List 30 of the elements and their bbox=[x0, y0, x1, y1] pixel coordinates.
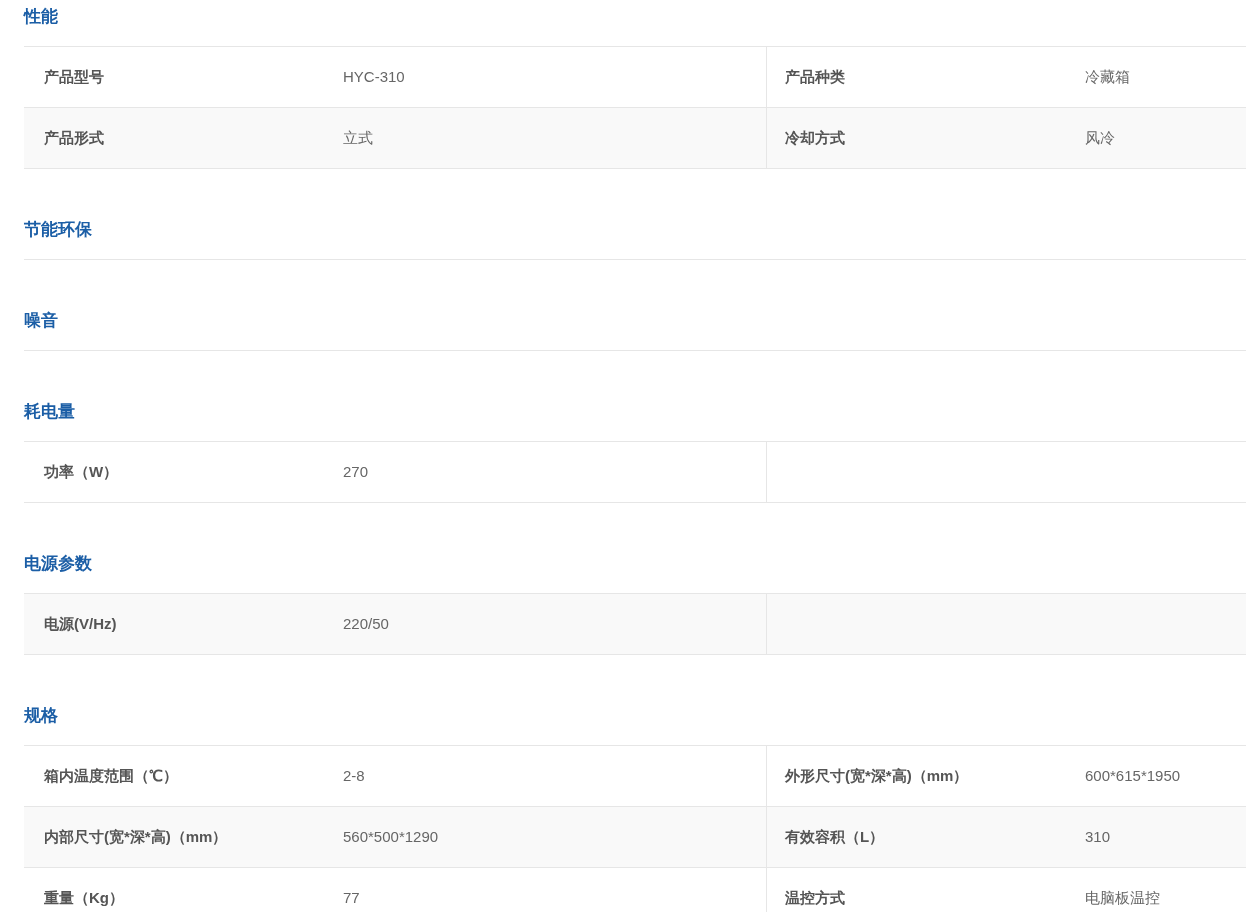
spec-label: 冷却方式 bbox=[785, 127, 846, 148]
spec-label: 有效容积（L） bbox=[785, 826, 886, 847]
spec-value: 310 bbox=[1085, 826, 1111, 847]
spec-value: HYC-310 bbox=[343, 66, 405, 87]
section-heading: 噪音 bbox=[24, 310, 58, 332]
spec-value: 270 bbox=[343, 461, 369, 482]
spec-value: 风冷 bbox=[1085, 127, 1115, 148]
spec-label: 重量（Kg） bbox=[44, 887, 125, 908]
spec-label: 温控方式 bbox=[785, 887, 846, 908]
spec-label: 外形尺寸(宽*深*高)（mm） bbox=[785, 765, 970, 786]
section-heading: 耗电量 bbox=[24, 401, 75, 423]
spec-value: 冷藏箱 bbox=[1085, 66, 1130, 87]
spec-value: 600*615*1950 bbox=[1085, 765, 1181, 786]
spec-label: 产品型号 bbox=[44, 66, 105, 87]
spec-label: 电源(V/Hz) bbox=[44, 613, 118, 634]
section-heading: 规格 bbox=[24, 705, 58, 727]
spec-label: 内部尺寸(宽*深*高)（mm） bbox=[44, 826, 229, 847]
spec-value: 立式 bbox=[343, 127, 373, 148]
spec-label: 功率（W） bbox=[44, 461, 120, 482]
spec-label: 产品种类 bbox=[785, 66, 846, 87]
spec-value: 77 bbox=[343, 887, 360, 908]
spec-value: 电脑板温控 bbox=[1085, 887, 1160, 908]
spec-value: 220/50 bbox=[343, 613, 389, 634]
section-heading: 节能环保 bbox=[24, 219, 92, 241]
spec-label: 产品形式 bbox=[44, 127, 105, 148]
spec-label: 箱内温度范围（℃） bbox=[44, 765, 179, 786]
spec-value: 2-8 bbox=[343, 765, 365, 786]
section-heading: 电源参数 bbox=[24, 553, 92, 575]
spec-value: 560*500*1290 bbox=[343, 826, 439, 847]
section-heading: 性能 bbox=[24, 6, 58, 28]
